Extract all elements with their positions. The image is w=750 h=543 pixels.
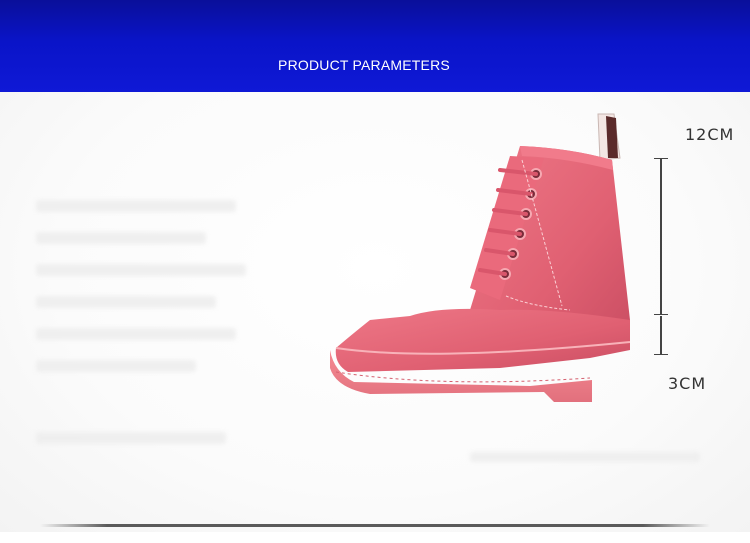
bottom-divider bbox=[40, 524, 710, 527]
heel-height-line bbox=[660, 316, 662, 354]
blurred-text-block bbox=[36, 264, 246, 276]
shaft-top-tick bbox=[654, 158, 668, 159]
blurred-text-block bbox=[36, 200, 236, 212]
banner-title: PRODUCT PARAMETERS bbox=[278, 57, 450, 73]
pink-boot-image bbox=[330, 113, 630, 402]
blurred-text-block bbox=[36, 432, 226, 444]
heel-height-label: 3CM bbox=[668, 374, 707, 393]
blurred-text-block bbox=[36, 328, 236, 340]
shaft-bottom-tick bbox=[654, 314, 668, 315]
blurred-text-block bbox=[36, 296, 216, 308]
header-banner: PRODUCT PARAMETERS bbox=[0, 0, 750, 92]
blurred-text-block bbox=[470, 452, 700, 462]
blurred-text-block bbox=[36, 360, 196, 372]
heel-bottom-tick bbox=[654, 354, 668, 355]
shaft-height-line bbox=[660, 158, 662, 314]
shaft-height-label: 12CM bbox=[685, 125, 735, 144]
blurred-text-block bbox=[36, 232, 206, 244]
